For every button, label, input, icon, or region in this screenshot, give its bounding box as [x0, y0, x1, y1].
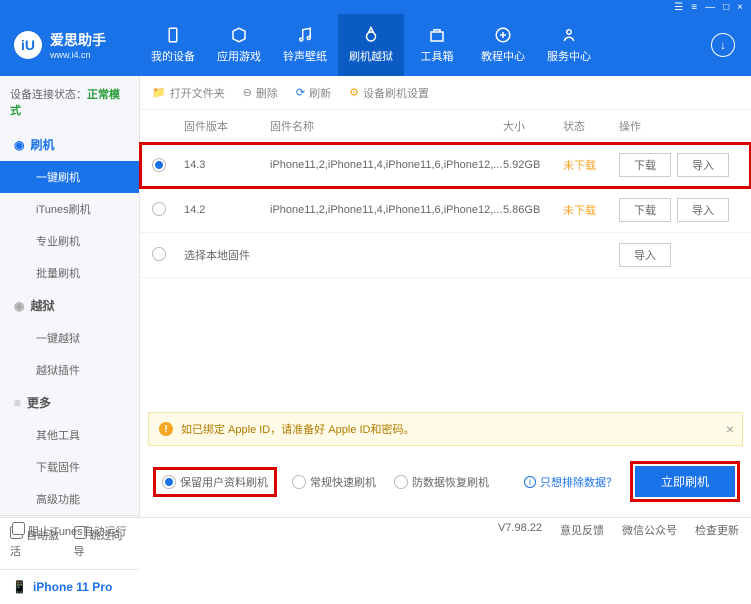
sidebar-item-jailbreak-plugins[interactable]: 越狱插件	[0, 354, 139, 386]
option-keep-data[interactable]: 保留用户资料刷机	[162, 474, 268, 490]
exclude-data-link[interactable]: i只想排除数据？	[524, 474, 617, 490]
info-icon: i	[524, 476, 536, 488]
col-name: 固件名称	[270, 118, 503, 134]
sidebar-item-itunes-flash[interactable]: iTunes刷机	[0, 193, 139, 225]
device-settings-button[interactable]: ⚙设备刷机设置	[349, 85, 429, 101]
window-titlebar: ☰ ≡ — □ ×	[0, 0, 751, 14]
flash-icon: ◉	[14, 138, 24, 152]
wechat-link[interactable]: 微信公众号	[622, 522, 677, 538]
import-button[interactable]: 导入	[619, 243, 671, 267]
close-icon[interactable]: ×	[737, 2, 743, 13]
sidebar-group-flash[interactable]: ◉刷机	[0, 128, 139, 161]
main-content: 📁打开文件夹 ⊖删除 ⟳刷新 ⚙设备刷机设置 固件版本 固件名称 大小 状态 操…	[140, 76, 751, 517]
nav-my-device[interactable]: 我的设备	[140, 14, 206, 76]
gear-icon: ⚙	[349, 86, 359, 99]
firmware-row[interactable]: 14.2 iPhone11,2,iPhone11,4,iPhone11,6,iP…	[140, 188, 751, 233]
col-version: 固件版本	[184, 118, 270, 134]
grid-icon[interactable]: ≡	[691, 2, 697, 13]
delete-button[interactable]: ⊖删除	[243, 85, 278, 101]
nav-tutorials[interactable]: 教程中心	[470, 14, 536, 76]
refresh-icon: ⟳	[296, 86, 305, 99]
warning-icon: !	[159, 422, 173, 436]
appleid-notice: ! 如已绑定 Apple ID，请准备好 Apple ID和密码。 ×	[148, 412, 743, 446]
col-ops: 操作	[613, 118, 739, 134]
sidebar-group-jailbreak[interactable]: ◉越狱	[0, 289, 139, 322]
nav-apps[interactable]: 应用游戏	[206, 14, 272, 76]
nav-toolbox[interactable]: 工具箱	[404, 14, 470, 76]
minimize-icon[interactable]: —	[705, 2, 715, 13]
connection-status: 设备连接状态：正常模式	[0, 76, 139, 128]
download-button[interactable]: 下载	[619, 153, 671, 177]
menu-icon[interactable]: ☰	[674, 2, 683, 13]
sidebar-item-batch-flash[interactable]: 批量刷机	[0, 257, 139, 289]
refresh-button[interactable]: ⟳刷新	[296, 85, 331, 101]
phone-icon: 📱	[12, 580, 27, 594]
jailbreak-icon: ◉	[14, 299, 24, 313]
app-name: 爱思助手	[50, 30, 106, 50]
delete-icon: ⊖	[243, 86, 252, 99]
logo-icon: iU	[14, 31, 42, 59]
col-size: 大小	[503, 118, 563, 134]
col-status: 状态	[563, 118, 613, 134]
header-right: ↓	[711, 33, 751, 57]
header: iU 爱思助手 www.i4.cn 我的设备 应用游戏 铃声壁纸 刷机越狱 工具…	[0, 14, 751, 76]
radio-local-firmware[interactable]	[152, 247, 166, 261]
more-icon: ≡	[14, 396, 21, 410]
feedback-link[interactable]: 意见反馈	[560, 522, 604, 538]
option-normal-flash[interactable]: 常规快速刷机	[292, 474, 376, 490]
check-update-link[interactable]: 检查更新	[695, 522, 739, 538]
folder-icon: 📁	[152, 86, 166, 99]
flash-options: 保留用户资料刷机 常规快速刷机 防数据恢复刷机 i只想排除数据？ 立即刷机	[148, 456, 743, 507]
sidebar: 设备连接状态：正常模式 ◉刷机 一键刷机 iTunes刷机 专业刷机 批量刷机 …	[0, 76, 140, 517]
table-header: 固件版本 固件名称 大小 状态 操作	[140, 110, 751, 143]
nav-ringtones[interactable]: 铃声壁纸	[272, 14, 338, 76]
import-button[interactable]: 导入	[677, 153, 729, 177]
version-label: V7.98.22	[498, 522, 542, 538]
nav-services[interactable]: 服务中心	[536, 14, 602, 76]
radio-firmware-14-2[interactable]	[152, 202, 166, 216]
sidebar-item-advanced[interactable]: 高级功能	[0, 483, 139, 515]
toolbar: 📁打开文件夹 ⊖删除 ⟳刷新 ⚙设备刷机设置	[140, 76, 751, 110]
sidebar-item-pro-flash[interactable]: 专业刷机	[0, 225, 139, 257]
main-nav: 我的设备 应用游戏 铃声壁纸 刷机越狱 工具箱 教程中心 服务中心	[140, 14, 602, 76]
open-folder-button[interactable]: 📁打开文件夹	[152, 85, 225, 101]
block-itunes-checkbox[interactable]: 阻止iTunes自动运行	[12, 522, 127, 539]
nav-flash-jailbreak[interactable]: 刷机越狱	[338, 14, 404, 76]
radio-firmware-14-3[interactable]	[152, 158, 166, 172]
maximize-icon[interactable]: □	[723, 2, 729, 13]
local-firmware-row[interactable]: 选择本地固件 导入	[140, 233, 751, 278]
flash-now-button[interactable]: 立即刷机	[635, 466, 735, 497]
sidebar-item-oneclick-flash[interactable]: 一键刷机	[0, 161, 139, 193]
import-button[interactable]: 导入	[677, 198, 729, 222]
close-notice-icon[interactable]: ×	[726, 421, 734, 437]
footer: 阻止iTunes自动运行 V7.98.22 意见反馈 微信公众号 检查更新	[0, 517, 751, 542]
download-icon[interactable]: ↓	[711, 33, 735, 57]
option-recovery-flash[interactable]: 防数据恢复刷机	[394, 474, 489, 490]
sidebar-item-oneclick-jailbreak[interactable]: 一键越狱	[0, 322, 139, 354]
sidebar-item-download-firmware[interactable]: 下载固件	[0, 451, 139, 483]
sidebar-item-other-tools[interactable]: 其他工具	[0, 419, 139, 451]
sidebar-group-more[interactable]: ≡更多	[0, 386, 139, 419]
download-button[interactable]: 下载	[619, 198, 671, 222]
logo: iU 爱思助手 www.i4.cn	[0, 30, 140, 60]
app-url: www.i4.cn	[50, 50, 106, 60]
connected-device[interactable]: 📱iPhone 11 Pro	[0, 569, 139, 604]
firmware-row[interactable]: 14.3 iPhone11,2,iPhone11,4,iPhone11,6,iP…	[140, 143, 751, 188]
